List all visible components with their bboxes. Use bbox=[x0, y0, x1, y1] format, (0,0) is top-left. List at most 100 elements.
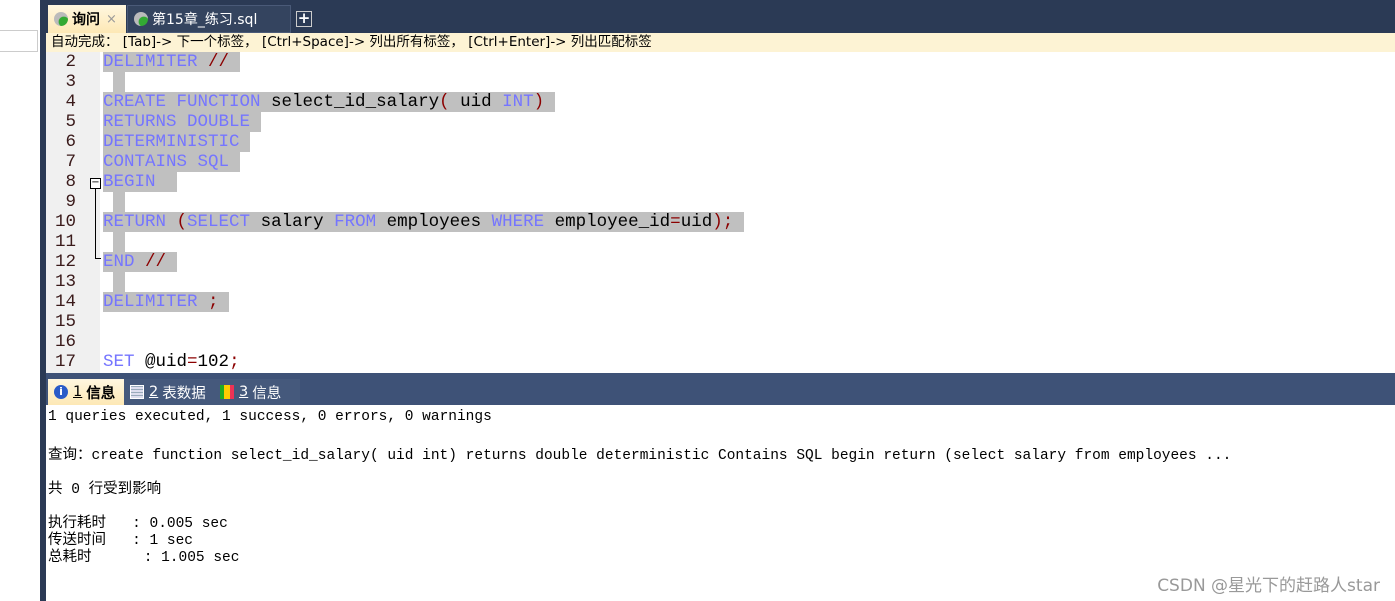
code-text: DETERMINISTIC bbox=[103, 132, 251, 152]
code-token: CONTAINS bbox=[103, 152, 188, 172]
tab-query[interactable]: 询问 × bbox=[48, 5, 126, 33]
tab-sql-file[interactable]: 第15章_练习.sql bbox=[127, 5, 291, 33]
code-text: DELIMITER ; bbox=[103, 292, 230, 312]
fold-collapse-icon[interactable]: − bbox=[90, 178, 101, 189]
fold-line bbox=[95, 189, 101, 259]
code-token: SET bbox=[103, 352, 135, 372]
selection-marker bbox=[113, 232, 125, 252]
tab-number: 3 bbox=[239, 384, 249, 400]
code-token: 102 bbox=[197, 352, 230, 372]
code-line[interactable]: 3 bbox=[46, 72, 1395, 92]
code-text: RETURNS DOUBLE bbox=[103, 112, 261, 132]
code-text: CREATE FUNCTION select_id_salary( uid IN… bbox=[103, 92, 555, 112]
code-editor[interactable]: 2 DELIMITER // 3 4 CREATE FUNCTION select_i… bbox=[46, 52, 1395, 373]
output-line: 总耗时 : 1.005 sec bbox=[48, 550, 240, 566]
code-line[interactable]: 15 bbox=[46, 312, 1395, 332]
query-icon bbox=[54, 12, 68, 26]
object-browser-filter[interactable] bbox=[0, 30, 38, 52]
tab-label: 信息 bbox=[252, 385, 282, 402]
code-line[interactable]: 6 DETERMINISTIC bbox=[46, 132, 1395, 152]
code-line[interactable]: 2 DELIMITER // bbox=[46, 52, 1395, 72]
code-text: RETURN (SELECT salary FROM employees WHE… bbox=[103, 212, 744, 232]
code-line[interactable]: 12 END // bbox=[46, 252, 1395, 272]
code-token: ( bbox=[176, 212, 188, 232]
code-token: ); bbox=[712, 212, 734, 232]
line-number: 16 bbox=[54, 332, 76, 352]
line-number: 17 bbox=[54, 352, 76, 372]
close-icon[interactable]: × bbox=[106, 12, 117, 27]
selection-marker bbox=[113, 192, 125, 212]
query-icon bbox=[134, 12, 148, 26]
code-line[interactable]: 5 RETURNS DOUBLE bbox=[46, 112, 1395, 132]
line-number: 4 bbox=[65, 92, 76, 112]
code-line[interactable]: 4 CREATE FUNCTION select_id_salary( uid I… bbox=[46, 92, 1395, 112]
result-tab-info-3[interactable]: 3 信息 bbox=[214, 379, 300, 405]
code-token: BEGIN bbox=[103, 172, 156, 192]
result-tab-table-data[interactable]: 2 表数据 bbox=[124, 379, 214, 405]
code-token: select_id_salary bbox=[260, 92, 440, 112]
tab-label: 第15章_练习.sql bbox=[152, 12, 258, 28]
code-token: DOUBLE bbox=[187, 112, 251, 132]
output-line: 查询：create function select_id_salary( uid… bbox=[48, 448, 1232, 464]
line-number: 7 bbox=[65, 152, 76, 172]
result-tab-info[interactable]: i 1 信息 bbox=[48, 379, 124, 405]
code-text: BEGIN bbox=[103, 172, 177, 192]
code-line[interactable]: 17 SET @uid=102; bbox=[46, 352, 1395, 372]
code-token: DETERMINISTIC bbox=[103, 132, 240, 152]
selection-marker bbox=[113, 272, 125, 292]
code-token: @uid bbox=[134, 352, 188, 372]
code-token: ; bbox=[229, 352, 240, 372]
code-token: RETURN bbox=[103, 212, 167, 232]
code-text: END // bbox=[103, 252, 177, 272]
tab-label: 表数据 bbox=[162, 385, 206, 402]
line-number: 6 bbox=[65, 132, 76, 152]
editor-tab-bar: 询问 × 第15章_练习.sql + bbox=[46, 0, 1395, 33]
tab-label: 询问 bbox=[72, 12, 100, 28]
code-token: FUNCTION bbox=[176, 92, 261, 112]
code-line[interactable]: 16 bbox=[46, 332, 1395, 352]
line-number: 2 bbox=[65, 52, 76, 72]
code-line[interactable]: 13 bbox=[46, 272, 1395, 292]
watermark: CSDN @星光下的赶路人star bbox=[1157, 576, 1380, 596]
line-number: 13 bbox=[54, 272, 76, 292]
code-token: employee_id bbox=[544, 212, 671, 232]
autocomplete-hint: 自动完成： [Tab]-> 下一个标签， [Ctrl+Space]-> 列出所有… bbox=[46, 33, 1395, 52]
code-token: uid bbox=[449, 92, 503, 112]
shapes-icon bbox=[220, 385, 234, 399]
code-token: = bbox=[670, 212, 681, 232]
result-tab-bar: i 1 信息 2 表数据 3 信息 bbox=[46, 373, 1395, 405]
line-number: 12 bbox=[54, 252, 76, 272]
tab-label: 信息 bbox=[86, 385, 116, 402]
code-text: CONTAINS SQL bbox=[103, 152, 240, 172]
line-number: 5 bbox=[65, 112, 76, 132]
code-line[interactable]: 10 RETURN (SELECT salary FROM employees W… bbox=[46, 212, 1395, 232]
line-number: 9 bbox=[65, 192, 76, 212]
code-line[interactable]: 14 DELIMITER ; bbox=[46, 292, 1395, 312]
code-token: uid bbox=[680, 212, 713, 232]
code-text: SET @uid=102; bbox=[103, 352, 240, 372]
code-line[interactable]: 7 CONTAINS SQL bbox=[46, 152, 1395, 172]
code-line[interactable]: 8 BEGIN bbox=[46, 172, 1395, 192]
info-icon: i bbox=[54, 385, 68, 399]
code-token: DELIMITER bbox=[103, 52, 198, 72]
new-tab-button[interactable]: + bbox=[296, 11, 312, 27]
code-token: ) bbox=[533, 92, 545, 112]
tab-number: 2 bbox=[149, 384, 159, 400]
code-token: ; bbox=[208, 292, 219, 312]
code-line[interactable]: 9 bbox=[46, 192, 1395, 212]
code-line[interactable]: 11 bbox=[46, 232, 1395, 252]
line-number: 3 bbox=[65, 72, 76, 92]
code-token: END bbox=[103, 252, 135, 272]
